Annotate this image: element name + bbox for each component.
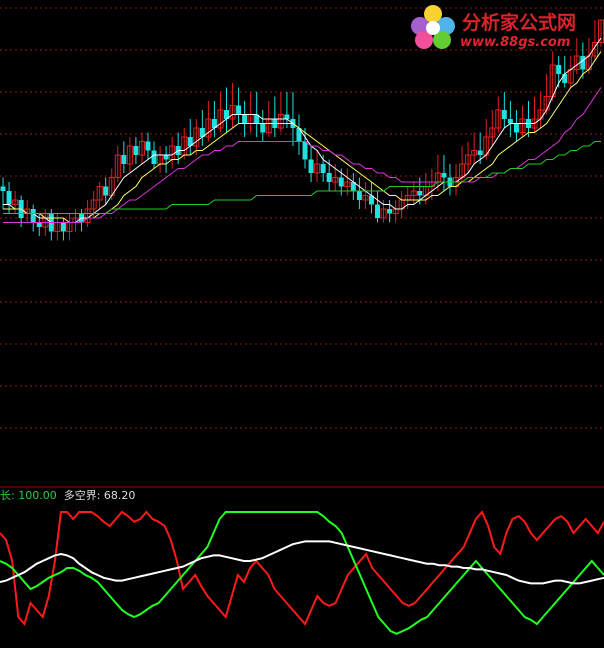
candle-body <box>441 173 447 178</box>
candle-body <box>121 155 127 164</box>
candle-body <box>284 114 290 119</box>
candle-body <box>387 209 393 214</box>
watermark-title: 分析家公式网 <box>462 12 577 34</box>
candle-body <box>556 65 562 74</box>
candle-body <box>501 110 507 119</box>
oscillator-lines <box>0 510 604 635</box>
candle-body <box>36 222 42 227</box>
candle-body <box>477 150 483 155</box>
watermark-logo: 分析家公式网 www.88gs.com <box>404 2 604 54</box>
candle-body <box>417 191 423 196</box>
candle-body <box>151 150 157 164</box>
watermark-url: www.88gs.com <box>460 35 571 50</box>
indicator-legend: 长: 100.00 多空界: 68.20 <box>0 489 136 502</box>
ma_green-line <box>3 141 601 214</box>
indicator-label-1: 长 <box>0 489 11 502</box>
candle-body <box>375 204 380 218</box>
bull-bear-line <box>0 511 604 635</box>
candle-body <box>60 222 66 232</box>
candle-body <box>513 123 519 133</box>
candle-body <box>507 119 513 124</box>
indicator-value-2: 68.20 <box>103 489 136 502</box>
candle-body <box>242 114 248 124</box>
candle-body <box>260 123 266 133</box>
long-line <box>0 510 604 627</box>
candle-body <box>236 105 242 115</box>
candle-body <box>163 155 169 160</box>
stock-chart <box>0 7 604 635</box>
candle-body <box>338 177 344 187</box>
candle-body <box>326 173 332 182</box>
indicator-value-1: 100.00 <box>18 489 57 502</box>
candle-body <box>308 159 314 173</box>
moving-average-lines <box>3 37 602 223</box>
candle-body <box>356 191 362 200</box>
ma_magenta-line <box>3 87 602 223</box>
candle-body <box>302 141 308 160</box>
candle-body <box>562 74 568 83</box>
candle-body <box>145 141 151 151</box>
candle-body <box>6 191 12 205</box>
candle-body <box>0 186 6 191</box>
candle-body <box>133 146 139 155</box>
ma_yellow-line <box>3 51 602 223</box>
candle-body <box>580 56 586 70</box>
candle-body <box>320 164 326 173</box>
flower-logo-icon <box>411 5 455 49</box>
candle-body <box>103 186 109 196</box>
candle-body <box>30 209 36 223</box>
indicator-label-2: 多空界: <box>63 489 101 502</box>
